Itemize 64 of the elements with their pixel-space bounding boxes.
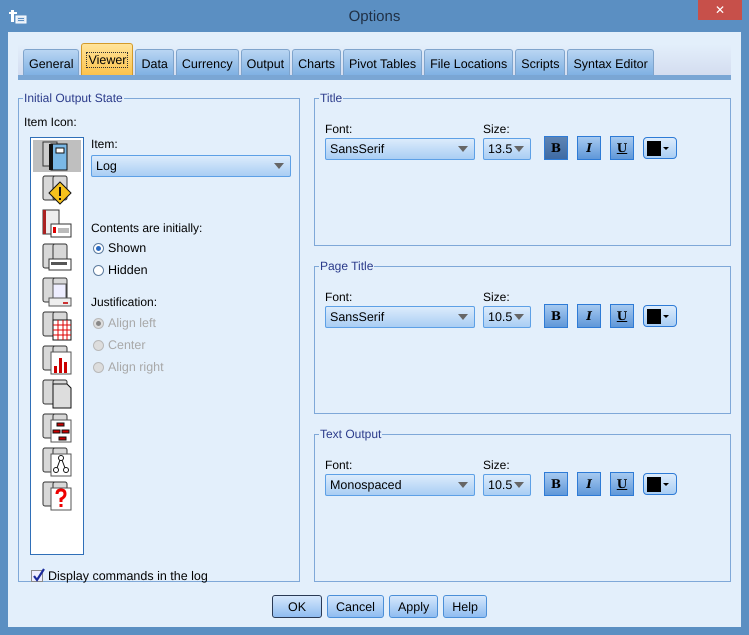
- tab[interactable]: Viewer: [81, 43, 134, 75]
- dialog-button[interactable]: OK: [272, 595, 322, 618]
- field-label: Size:: [483, 290, 511, 304]
- font-dropdown[interactable]: SansSerif: [325, 306, 475, 328]
- bold-button[interactable]: B: [544, 136, 568, 160]
- field-label: Item:: [91, 137, 119, 151]
- field-label: Item Icon:: [24, 115, 78, 129]
- italic-button[interactable]: I: [577, 136, 601, 160]
- bold-button[interactable]: B: [544, 304, 568, 328]
- checkbox[interactable]: [31, 570, 43, 582]
- size-dropdown[interactable]: 10.5: [483, 474, 531, 496]
- tab[interactable]: Scripts: [515, 49, 566, 75]
- field-label: Size:: [483, 122, 511, 136]
- font-dropdown[interactable]: Monospaced: [325, 474, 475, 496]
- radio-button[interactable]: Shown: [93, 237, 291, 259]
- node-diagram-page-icon: [40, 446, 74, 478]
- underline-button[interactable]: U: [610, 304, 634, 328]
- italic-button[interactable]: I: [577, 304, 601, 328]
- table-page-icon: [40, 310, 74, 342]
- font-dropdown[interactable]: SansSerif: [325, 138, 475, 160]
- field-label: Justification:: [91, 295, 158, 309]
- tree-chart-page-icon: [40, 412, 74, 444]
- field-label: Contents are initially:: [91, 221, 204, 235]
- printer-page-icon: [40, 276, 74, 308]
- color-picker[interactable]: [643, 305, 677, 327]
- group-title: Text Output: [319, 427, 382, 441]
- group-title: Page Title: [319, 259, 374, 273]
- icon-list-item[interactable]: [33, 140, 81, 172]
- field-label: Font:: [325, 290, 354, 304]
- color-picker[interactable]: [643, 473, 677, 495]
- underline-button[interactable]: U: [610, 136, 634, 160]
- underline-button[interactable]: U: [610, 472, 634, 496]
- radio-button[interactable]: Hidden: [93, 259, 291, 281]
- checkbox-label[interactable]: Display commands in the log: [48, 569, 208, 583]
- group-title: Initial Output State: [23, 91, 124, 105]
- dialog-button[interactable]: Cancel: [327, 595, 384, 618]
- item-dropdown[interactable]: Log: [91, 155, 291, 177]
- field-label: Font:: [325, 458, 354, 472]
- size-dropdown[interactable]: 10.5: [483, 306, 531, 328]
- tab[interactable]: Currency: [176, 49, 239, 75]
- checkmark-icon: [32, 568, 45, 582]
- group-title: Title: [319, 91, 344, 105]
- message-page-icon: [40, 208, 74, 240]
- tab[interactable]: General: [23, 49, 80, 75]
- field-label: Size:: [483, 458, 511, 472]
- close-button[interactable]: ✕: [698, 0, 742, 20]
- tab[interactable]: Data: [135, 49, 174, 75]
- color-picker[interactable]: [643, 137, 677, 159]
- bar-chart-page-icon: [40, 344, 74, 376]
- tab[interactable]: Syntax Editor: [567, 49, 654, 75]
- dialog-button[interactable]: Help: [443, 595, 487, 618]
- field-label: Font:: [325, 122, 354, 136]
- tab[interactable]: File Locations: [424, 49, 514, 75]
- italic-button[interactable]: I: [577, 472, 601, 496]
- size-dropdown[interactable]: 13.5: [483, 138, 531, 160]
- tab[interactable]: Pivot Tables: [342, 49, 422, 75]
- window-title: Options: [348, 8, 400, 24]
- app-icon: [9, 7, 27, 25]
- warning-sign-icon: [40, 174, 74, 206]
- question-mark-page-icon: [40, 480, 74, 512]
- tab[interactable]: Output: [240, 49, 290, 75]
- bold-button[interactable]: B: [544, 472, 568, 496]
- dialog-button[interactable]: Apply: [388, 595, 438, 618]
- tab[interactable]: Charts: [292, 49, 341, 75]
